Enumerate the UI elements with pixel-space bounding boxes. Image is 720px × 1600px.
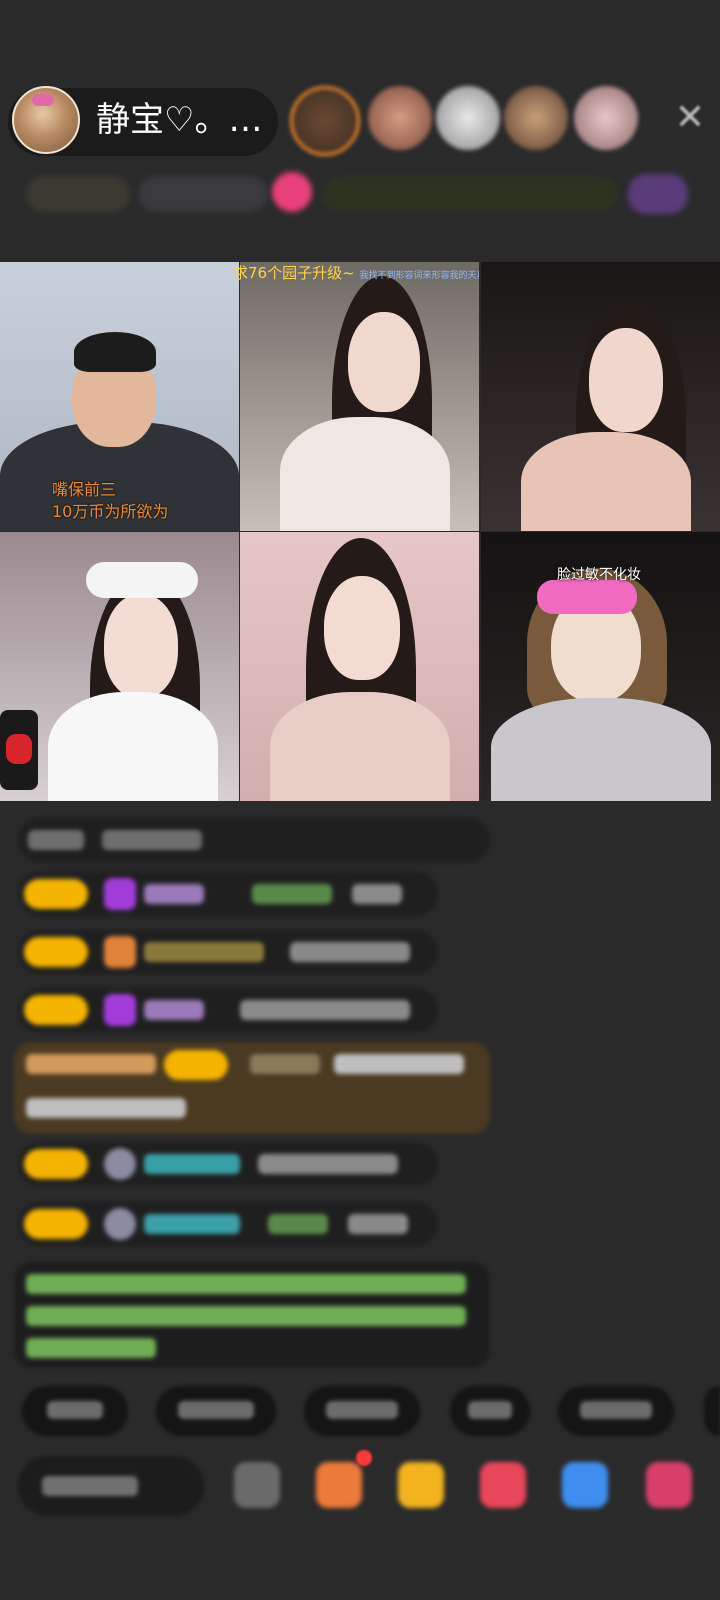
chat-message (18, 1142, 438, 1186)
top-viewer-avatar-3[interactable] (436, 86, 500, 150)
room-info-row (0, 170, 720, 220)
guest-body (280, 417, 450, 531)
emoji-icon[interactable] (234, 1462, 280, 1508)
close-icon[interactable]: ✕ (670, 98, 710, 138)
quick-reply-5[interactable] (558, 1386, 674, 1436)
treasure-icon[interactable] (398, 1462, 444, 1508)
video-tile-5[interactable] (240, 532, 479, 801)
pink-glasses-sticker (537, 580, 637, 614)
notification-dot (356, 1450, 372, 1466)
chat-message (18, 930, 438, 974)
tile-1-caption-line-1: 嘴保前三 (52, 480, 117, 499)
guest-face (104, 594, 178, 698)
top-viewer-avatar-1[interactable] (290, 86, 360, 156)
heart-sticker-icon (0, 710, 38, 790)
system-notice (14, 1262, 490, 1368)
chat-message (18, 872, 438, 916)
chat-message (18, 988, 438, 1032)
guest-body (270, 692, 450, 801)
video-tile-1[interactable]: 嘴保前三 10万币为所欲为 (0, 262, 239, 531)
chat-input[interactable] (18, 1456, 204, 1516)
game-icon[interactable] (562, 1462, 608, 1508)
banner-small-text: 我找不到形容词来形容我的天真 (359, 271, 479, 281)
banner-text: 求76个园子升级~ (233, 264, 355, 282)
host-avatar[interactable] (12, 86, 80, 154)
shop-icon[interactable] (646, 1462, 692, 1508)
top-viewer-avatar-2[interactable] (368, 86, 432, 150)
fans-chip[interactable] (138, 176, 268, 212)
bunny-ears-headband (86, 562, 198, 598)
chat-highlight-message (14, 1042, 490, 1134)
activity-chip[interactable] (322, 176, 618, 212)
more-chip[interactable] (628, 174, 688, 214)
video-tile-6[interactable]: 脸过敏不化妆 (481, 532, 720, 801)
guest-body (48, 692, 218, 801)
video-tile-2[interactable] (240, 262, 479, 531)
tile-6-caption: 脸过敏不化妆 (557, 567, 641, 583)
host-name[interactable]: 静宝♡。… (96, 98, 262, 142)
bow-icon (32, 94, 54, 106)
quick-reply-6[interactable] (704, 1386, 720, 1436)
chat-message (18, 818, 490, 862)
quick-reply-3[interactable] (304, 1386, 420, 1436)
guest-face (324, 576, 400, 680)
guest-face (348, 312, 420, 412)
gift-box-icon[interactable] (316, 1462, 362, 1508)
room-banner: 求76个园子升级~ 我找不到形容词来形容我的天真 (233, 262, 479, 284)
quick-reply-1[interactable] (22, 1386, 128, 1436)
video-tile-3[interactable] (481, 262, 720, 531)
top-viewer-avatar-4[interactable] (504, 86, 568, 150)
rank-chip[interactable] (26, 176, 130, 212)
guest-hair (74, 332, 156, 372)
guest-face (589, 328, 663, 432)
heart-gift-icon[interactable] (480, 1462, 526, 1508)
guest-body (521, 432, 691, 531)
gift-icon[interactable] (272, 172, 312, 212)
guest-body (491, 698, 711, 801)
chat-message (18, 1202, 438, 1246)
quick-reply-2[interactable] (156, 1386, 276, 1436)
multi-guest-video-grid: 嘴保前三 10万币为所欲为 脸过敏不化妆 (0, 262, 720, 802)
top-viewer-avatar-5[interactable] (574, 86, 638, 150)
tile-1-caption-line-2: 10万币为所欲为 (52, 502, 169, 521)
quick-reply-4[interactable] (450, 1386, 530, 1436)
